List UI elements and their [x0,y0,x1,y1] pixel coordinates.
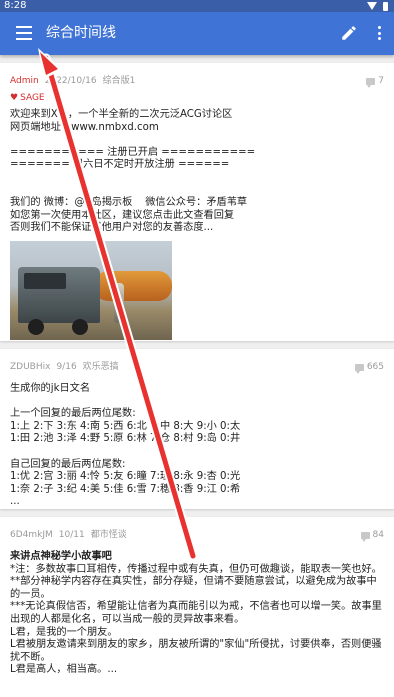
post-date: 9/16 [56,362,77,372]
timeline-feed[interactable]: Admin 2022/10/16 综合版1 7 ♥ SAGE 欢迎来到X岛，一个半全新… [0,55,394,697]
post-body: 欢迎来到X岛，一个半全新的二次元泛ACG讨论区 网页端地址：www.nmbxd.c… [10,109,384,235]
post-line: ***无论真假信否，希望能让信者为真而能引以为戒，不信者也可以增一笑。故事里出现… [10,601,382,625]
post-body: 生成你的jk日文名上一个回复的最后两位尾数: 1:上 2:下 3:东 4:南 5:… [10,383,384,509]
comment-icon [360,531,370,542]
app-bar-title: 综合时间线 [46,25,116,41]
post-meta: Admin 2022/10/16 综合版1 7 [10,75,384,88]
post-date: 10/11 [58,530,85,540]
post-line: 欢迎来到X岛，一个半全新的二次元泛ACG讨论区 [10,109,233,120]
post-line: 上一个回复的最后两位尾数: [10,408,136,420]
status-icons [367,0,388,12]
post-line: ======= 周六日不定时开放注册 ====== [10,159,230,171]
truck-windshield [24,272,66,289]
wifi-icon [367,2,377,10]
reply-count: 7 [366,75,384,88]
post-board[interactable]: 都市怪谈 [91,530,127,540]
post-card[interactable]: ZDUBHix 9/16 欢乐恶搞 665 生成你的jk日文名上一个回复的最后两位尾… [0,349,394,509]
post-line: **部分神秘学内容存在真实性，部分存疑，但请不要随意尝试，以避免成为故事中的一员… [10,576,377,600]
post-title: 来讲点神秘学小故事吧 [10,551,112,562]
post-board[interactable]: 综合版1 [103,76,136,86]
character-figure [114,282,124,323]
post-date: 2022/10/16 [44,76,97,86]
status-time: 8:28 [4,0,27,11]
wheel-shape [72,318,88,335]
post-line: 否则我们不能保证其他用户对您的友善态度... [10,222,214,234]
post-image[interactable] [10,240,172,340]
post-meta: ZDUBHix 9/16 欢乐恶搞 665 [10,361,384,374]
post-line: *注：多数故事口耳相传，传播过程中或有失真，但仍可做趣谈，能取表一笑也好。 [10,563,382,575]
battery-icon [383,1,388,11]
post-body: 来讲点神秘学小故事吧 *注：多数故事口耳相传，传播过程中或有失真，但仍可做趣谈，能… [10,551,384,677]
pencil-icon[interactable] [340,24,358,42]
post-line: 我们的 微博：@X岛揭示板 微信公众号：矛盾苇草 [10,197,248,209]
post-line: L君是高人，相当高。... [10,664,118,676]
reply-count: 84 [360,529,384,542]
heart-icon: ♥ [10,93,19,103]
post-line: 1:优 2:宫 3:丽 4:怜 5:友 6:瞳 7:理 8:永 9:杏 0:光 [10,471,241,483]
post-line: 自己回复的最后两位尾数: [10,458,126,470]
post-line: L君被朋友邀请来到朋友的家乡，朋友被所谓的"家仙"所侵扰，讨要供奉，否则便骚扰不… [10,639,382,663]
post-line: 1:奈 2:子 3:纪 4:美 5:佳 6:雪 7:穗 8:香 9:江 0:希 [10,483,241,495]
reply-count: 665 [354,361,384,374]
post-line: 1:田 2:池 3:泽 4:野 5:原 6:林 7:仓 8:村 9:岛 0:井 [10,433,241,445]
post-board[interactable]: 欢乐恶搞 [83,362,119,372]
more-vert-icon[interactable] [376,24,382,42]
post-author[interactable]: ZDUBHix [10,362,50,372]
post-card[interactable]: Admin 2022/10/16 综合版1 7 ♥ SAGE 欢迎来到X岛，一个半全新… [0,63,394,341]
wheel-shape [28,318,44,335]
post-line: ... [10,496,20,508]
post-line: =========== 注册已开启 =========== [10,146,256,158]
status-bar: 8:28 [0,0,394,12]
post-line: 生成你的jk日文名 [10,383,91,394]
menu-icon[interactable] [16,26,32,40]
post-line: L君，是我的一个朋友。 [10,626,118,638]
post-meta: 6D4mkJM 10/11 都市怪谈 84 [10,529,384,542]
post-card[interactable]: 6D4mkJM 10/11 都市怪谈 84 来讲点神秘学小故事吧 *注：多数故事口耳相… [0,517,394,697]
tanker-shape [94,270,172,301]
post-line: 1:上 2:下 3:东 4:南 5:西 6:北 7:中 8:大 9:小 0:太 [10,420,241,432]
comment-icon [354,363,364,374]
app-bar: 综合时间线 [0,12,394,55]
post-line: 网页端地址：www.nmbxd.com [10,121,159,133]
post-author[interactable]: Admin [10,76,39,86]
comment-icon [366,77,376,88]
sage-badge: ♥ SAGE [10,93,45,103]
post-line: 如您第一次使用本社区，建议您点击此文查看回复 [10,209,235,221]
post-author[interactable]: 6D4mkJM [10,530,53,540]
